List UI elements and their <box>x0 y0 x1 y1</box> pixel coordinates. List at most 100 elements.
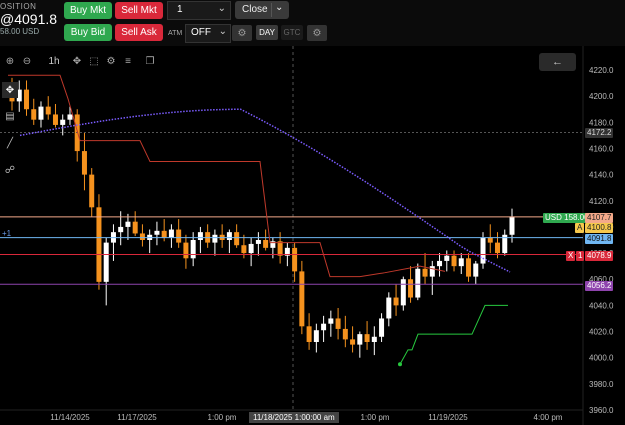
candle-body <box>226 232 232 240</box>
candle-body <box>379 318 385 337</box>
time-tick-label: 11/14/2025 <box>50 413 90 422</box>
price-tick-label: 4160.0 <box>589 144 614 153</box>
price-tick-label: 4220.0 <box>589 66 614 75</box>
candle-body <box>451 255 457 267</box>
notes-icon[interactable]: ▤ <box>2 108 18 124</box>
exit-order-marker[interactable]: X <box>566 251 576 261</box>
candle-body <box>393 297 399 306</box>
candle-body <box>103 242 109 282</box>
zoom-out-icon[interactable]: ⊖ <box>20 54 34 68</box>
candle-body <box>139 233 145 240</box>
trailing-stop-line <box>8 74 446 278</box>
candle-body <box>263 240 269 248</box>
candle-body <box>197 232 203 240</box>
indicators-icon[interactable]: ≡ <box>121 54 135 68</box>
price-tick-label: 4020.0 <box>589 328 614 337</box>
price-tick-label: 4200.0 <box>589 92 614 101</box>
price-tick-label: 4120.0 <box>589 197 614 206</box>
candle-body <box>45 106 51 115</box>
candle-body <box>444 255 450 261</box>
pnl-tag: USD 158.00 <box>543 213 591 223</box>
ask-marker: A <box>575 223 585 233</box>
price-tag-4056: 4056.2 <box>585 281 614 291</box>
candle-body <box>473 263 479 277</box>
candle-body <box>487 237 493 243</box>
candle-body <box>248 243 254 254</box>
candle-body <box>183 242 189 259</box>
candle-body <box>23 89 29 110</box>
candle-body <box>299 271 305 327</box>
candle-body <box>38 106 44 120</box>
price-tag-4172: 4172.2 <box>585 128 614 138</box>
price-tag-4100: 4100.8 <box>585 223 614 233</box>
time-tick-label: 11/17/2025 <box>117 413 157 422</box>
scroll-to-latest-arrow-icon[interactable]: ← <box>539 53 576 71</box>
interval-selector[interactable]: 1h <box>44 54 64 68</box>
candle-body <box>386 297 392 319</box>
price-tick-label: 4140.0 <box>589 171 614 180</box>
candle-body <box>81 151 87 175</box>
price-tag-4091: 4091.8 <box>585 234 614 244</box>
cursor-tool-icon[interactable]: ✥ <box>2 82 18 98</box>
candle-body <box>168 229 174 238</box>
candle-body <box>277 241 283 256</box>
candle-body <box>212 234 218 243</box>
candle-body <box>335 318 341 329</box>
time-tick-label: 1:00 pm <box>208 413 237 422</box>
candle-body <box>306 326 312 342</box>
candle-body <box>408 279 414 298</box>
candle-body <box>161 230 167 238</box>
candle-body <box>437 260 443 267</box>
draw-line-icon[interactable]: ╱ <box>2 135 18 151</box>
candle-body <box>190 240 196 259</box>
candle-body <box>495 242 501 254</box>
templates-icon[interactable]: ❐ <box>143 54 157 68</box>
price-tick-label: 4180.0 <box>589 118 614 127</box>
candle-body <box>67 114 73 120</box>
candle-body <box>458 258 464 267</box>
candle-body <box>328 318 334 324</box>
candle-body <box>357 334 363 345</box>
candle-body <box>364 334 370 342</box>
candle-body <box>313 330 319 342</box>
candle-body <box>350 339 356 345</box>
candle-body <box>52 114 58 125</box>
candle-body <box>176 229 182 243</box>
price-tag-4107: 4107.7 <box>585 213 614 223</box>
select-area-icon[interactable]: ⬚ <box>87 54 101 68</box>
price-tag-4078: 4078.9 <box>585 251 614 261</box>
exit-order-qty: 1 <box>576 251 585 261</box>
time-tick-label: 11/19/2025 <box>428 413 468 422</box>
zoom-in-icon[interactable]: ⊕ <box>3 54 17 68</box>
price-tick-label: 4000.0 <box>589 354 614 363</box>
crosshair-icon[interactable]: ✥ <box>70 54 84 68</box>
candle-body <box>509 216 515 235</box>
candle-body <box>96 207 102 282</box>
position-size-label: +1 <box>2 229 12 238</box>
crosshair-time-label: 11/18/2025 1:00:00 am <box>249 412 339 423</box>
candle-body <box>60 119 66 125</box>
candle-body <box>466 258 472 277</box>
candle-body <box>125 221 131 227</box>
candle-body <box>292 247 298 272</box>
price-tick-label: 3960.0 <box>589 406 614 415</box>
candle-body <box>241 245 247 254</box>
candle-body <box>255 240 261 244</box>
candle-body <box>321 323 327 331</box>
candle-body <box>480 237 486 264</box>
candle-body <box>422 268 428 277</box>
candle-body <box>118 226 124 233</box>
candle-body <box>154 230 160 235</box>
candle-body <box>400 279 406 306</box>
lock-icon[interactable]: ☍ <box>2 162 18 178</box>
candle-body <box>31 109 37 120</box>
settings-icon[interactable]: ⚙ <box>104 54 118 68</box>
candle-body <box>132 221 138 234</box>
stop-loss-line <box>399 304 508 365</box>
candle-body <box>342 328 348 340</box>
price-tick-label: 3980.0 <box>589 380 614 389</box>
candle-body <box>234 232 240 246</box>
price-tick-label: 4040.0 <box>589 301 614 310</box>
candle-body <box>429 266 435 277</box>
stop-start-dot <box>398 362 402 367</box>
